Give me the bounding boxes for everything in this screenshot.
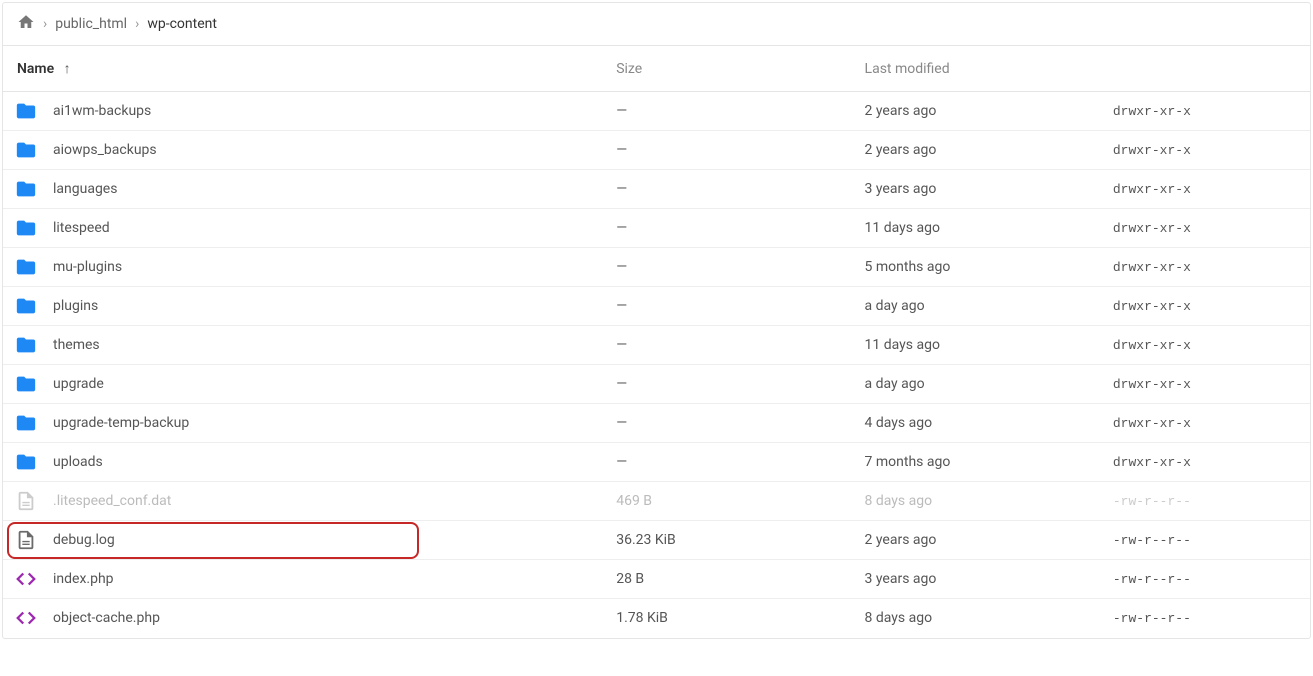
file-size: 469 B — [604, 482, 852, 521]
file-permissions: drwxr-xr-x — [1101, 92, 1310, 131]
table-row[interactable]: debug.log 36.23 KiB2 years ago-rw-r--r-- — [3, 521, 1310, 560]
table-row[interactable]: ai1wm-backups —2 years agodrwxr-xr-x — [3, 92, 1310, 131]
column-header-modified[interactable]: Last modified — [853, 46, 1101, 92]
table-row[interactable]: .litespeed_conf.dat 469 B8 days ago-rw-r-… — [3, 482, 1310, 521]
file-size: — — [604, 209, 852, 248]
file-permissions: drwxr-xr-x — [1101, 443, 1310, 482]
file-name: plugins — [53, 298, 98, 314]
file-size: 36.23 KiB — [604, 521, 852, 560]
file-name: .litespeed_conf.dat — [53, 493, 171, 509]
table-row[interactable]: mu-plugins —5 months agodrwxr-xr-x — [3, 248, 1310, 287]
file-size: — — [604, 443, 852, 482]
file-modified: 4 days ago — [853, 404, 1101, 443]
table-row[interactable]: index.php 28 B3 years ago-rw-r--r-- — [3, 560, 1310, 599]
file-permissions: drwxr-xr-x — [1101, 131, 1310, 170]
column-label: Name — [17, 61, 54, 77]
table-row[interactable]: object-cache.php 1.78 KiB8 days ago-rw-r-… — [3, 599, 1310, 638]
file-icon — [15, 490, 37, 512]
file-icon — [15, 529, 37, 551]
table-row[interactable]: themes —11 days agodrwxr-xr-x — [3, 326, 1310, 365]
file-modified: 8 days ago — [853, 599, 1101, 638]
file-manager-panel: › public_html › wp-content Name ↑ Size L… — [2, 2, 1311, 639]
file-permissions: -rw-r--r-- — [1101, 521, 1310, 560]
file-modified: a day ago — [853, 287, 1101, 326]
file-name: index.php — [53, 571, 114, 587]
code-icon — [15, 607, 37, 629]
file-size: 28 B — [604, 560, 852, 599]
file-modified: 2 years ago — [853, 521, 1101, 560]
folder-icon — [15, 412, 37, 434]
folder-icon — [15, 178, 37, 200]
folder-icon — [15, 334, 37, 356]
file-modified: 3 years ago — [853, 560, 1101, 599]
file-size: — — [604, 365, 852, 404]
file-permissions: -rw-r--r-- — [1101, 560, 1310, 599]
file-name: aiowps_backups — [53, 142, 157, 158]
table-row[interactable]: uploads —7 months agodrwxr-xr-x — [3, 443, 1310, 482]
table-row[interactable]: upgrade-temp-backup —4 days agodrwxr-xr-x — [3, 404, 1310, 443]
file-name: uploads — [53, 454, 103, 470]
file-permissions: drwxr-xr-x — [1101, 248, 1310, 287]
file-table: Name ↑ Size Last modified ai1wm-backups —… — [3, 45, 1310, 638]
table-row[interactable]: languages —3 years agodrwxr-xr-x — [3, 170, 1310, 209]
file-permissions: drwxr-xr-x — [1101, 404, 1310, 443]
file-size: — — [604, 287, 852, 326]
file-permissions: drwxr-xr-x — [1101, 209, 1310, 248]
file-permissions: -rw-r--r-- — [1101, 482, 1310, 521]
file-modified: 5 months ago — [853, 248, 1101, 287]
file-permissions: drwxr-xr-x — [1101, 326, 1310, 365]
file-modified: 2 years ago — [853, 131, 1101, 170]
table-row[interactable]: upgrade —a day agodrwxr-xr-x — [3, 365, 1310, 404]
breadcrumb-item[interactable]: wp-content — [147, 16, 217, 32]
folder-icon — [15, 256, 37, 278]
file-size: — — [604, 131, 852, 170]
folder-icon — [15, 373, 37, 395]
file-permissions: drwxr-xr-x — [1101, 287, 1310, 326]
file-modified: 7 months ago — [853, 443, 1101, 482]
file-modified: 3 years ago — [853, 170, 1101, 209]
folder-icon — [15, 451, 37, 473]
file-name: languages — [53, 181, 117, 197]
file-name: object-cache.php — [53, 610, 160, 626]
file-modified: 2 years ago — [853, 92, 1101, 131]
chevron-right-icon: › — [43, 16, 47, 32]
file-name: ai1wm-backups — [53, 103, 151, 119]
sort-ascending-icon: ↑ — [64, 61, 71, 77]
file-permissions: drwxr-xr-x — [1101, 170, 1310, 209]
file-modified: 11 days ago — [853, 326, 1101, 365]
file-modified: a day ago — [853, 365, 1101, 404]
file-size: 1.78 KiB — [604, 599, 852, 638]
file-size: — — [604, 326, 852, 365]
breadcrumb: › public_html › wp-content — [3, 3, 1310, 45]
column-header-size[interactable]: Size — [604, 46, 852, 92]
table-row[interactable]: plugins —a day agodrwxr-xr-x — [3, 287, 1310, 326]
column-header-permissions[interactable] — [1101, 46, 1310, 92]
column-header-name[interactable]: Name ↑ — [3, 46, 604, 92]
breadcrumb-item[interactable]: public_html — [55, 16, 127, 32]
file-modified: 8 days ago — [853, 482, 1101, 521]
folder-icon — [15, 217, 37, 239]
file-permissions: -rw-r--r-- — [1101, 599, 1310, 638]
file-size: — — [604, 404, 852, 443]
file-name: upgrade — [53, 376, 104, 392]
file-name: upgrade-temp-backup — [53, 415, 189, 431]
folder-icon — [15, 100, 37, 122]
folder-icon — [15, 295, 37, 317]
file-size: — — [604, 170, 852, 209]
file-size: — — [604, 248, 852, 287]
folder-icon — [15, 139, 37, 161]
file-name: litespeed — [53, 220, 110, 236]
file-size: — — [604, 92, 852, 131]
chevron-right-icon: › — [135, 16, 139, 32]
file-name: mu-plugins — [53, 259, 122, 275]
file-name: themes — [53, 337, 100, 353]
table-row[interactable]: aiowps_backups —2 years agodrwxr-xr-x — [3, 131, 1310, 170]
home-icon[interactable] — [17, 13, 35, 35]
file-modified: 11 days ago — [853, 209, 1101, 248]
table-row[interactable]: litespeed —11 days agodrwxr-xr-x — [3, 209, 1310, 248]
file-permissions: drwxr-xr-x — [1101, 365, 1310, 404]
code-icon — [15, 568, 37, 590]
file-name: debug.log — [53, 532, 115, 548]
